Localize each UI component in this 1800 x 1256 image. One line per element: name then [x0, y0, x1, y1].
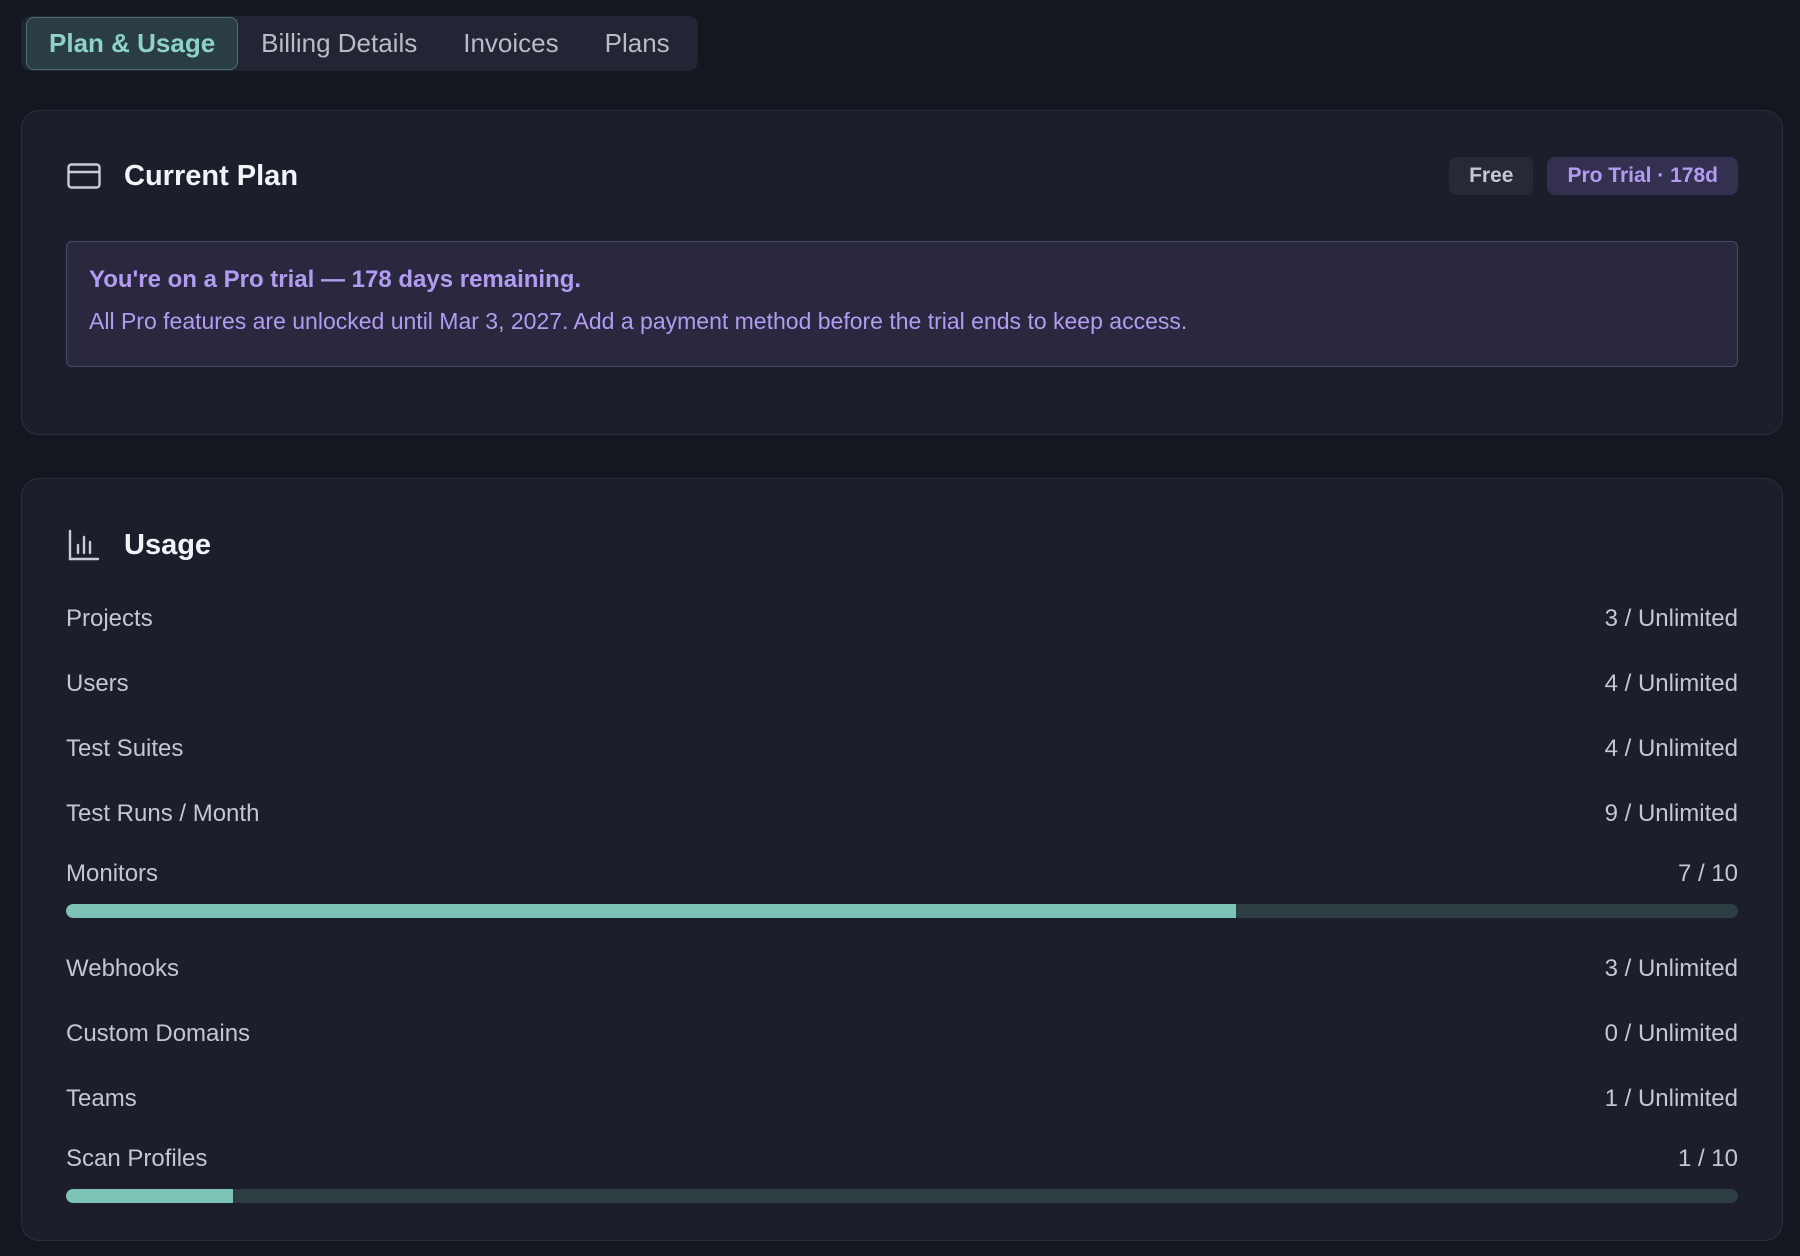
- trial-notice-body: All Pro features are unlocked until Mar …: [89, 308, 1188, 334]
- settings-tabs: Plan & Usage Billing Details Invoices Pl…: [21, 16, 698, 71]
- usage-label: Projects: [66, 604, 153, 632]
- usage-row-test-runs: Test Runs / Month 9 / Unlimited: [66, 781, 1738, 846]
- tab-plan-usage[interactable]: Plan & Usage: [26, 17, 239, 70]
- usage-value: 3 / Unlimited: [1604, 954, 1738, 982]
- usage-row-test-suites: Test Suites 4 / Unlimited: [66, 716, 1738, 781]
- usage-card: Usage Projects 3 / Unlimited Users 4 / U…: [21, 478, 1783, 1241]
- usage-row-custom-domains: Custom Domains 0 / Unlimited: [66, 1001, 1738, 1066]
- usage-label: Webhooks: [66, 954, 179, 982]
- usage-label: Test Suites: [66, 734, 184, 762]
- current-plan-header: Current Plan Free Pro Trial · 178d: [66, 111, 1738, 241]
- current-plan-title: Current Plan: [124, 159, 299, 192]
- usage-row-scan-profiles: Scan Profiles 1 / 10: [66, 1131, 1738, 1221]
- usage-title: Usage: [124, 528, 212, 561]
- monitors-progress-fill: [66, 904, 1237, 918]
- free-badge: Free: [1449, 157, 1534, 195]
- trial-notice-title: You're on a Pro trial — 178 days remaini…: [89, 266, 582, 293]
- current-plan-card: Current Plan Free Pro Trial · 178d You'r…: [21, 110, 1783, 435]
- tab-plans[interactable]: Plans: [582, 17, 693, 70]
- usage-row-users: Users 4 / Unlimited: [66, 651, 1738, 716]
- usage-value: 1 / Unlimited: [1604, 1084, 1738, 1112]
- usage-row-teams: Teams 1 / Unlimited: [66, 1066, 1738, 1131]
- usage-row-projects: Projects 3 / Unlimited: [66, 586, 1738, 651]
- usage-value: 4 / Unlimited: [1604, 669, 1738, 697]
- usage-label: Scan Profiles: [66, 1145, 208, 1172]
- usage-label: Monitors: [66, 860, 159, 887]
- scan-profiles-progress-fill: [66, 1189, 234, 1203]
- usage-row-webhooks: Webhooks 3 / Unlimited: [66, 936, 1738, 1001]
- plan-badges: Free Pro Trial · 178d: [1449, 157, 1738, 195]
- usage-value: 1 / 10: [1677, 1145, 1738, 1172]
- usage-label: Users: [66, 669, 129, 697]
- credit-card-icon: [66, 158, 102, 194]
- usage-value: 0 / Unlimited: [1604, 1019, 1738, 1047]
- trial-notice: You're on a Pro trial — 178 days remaini…: [66, 241, 1738, 367]
- usage-value: 9 / Unlimited: [1604, 799, 1738, 827]
- billing-page: Plan & Usage Billing Details Invoices Pl…: [0, 0, 1800, 1256]
- scan-profiles-progress-track: [66, 1189, 1738, 1203]
- usage-list: Projects 3 / Unlimited Users 4 / Unlimit…: [66, 586, 1738, 1221]
- pro-trial-badge: Pro Trial · 178d: [1547, 157, 1738, 195]
- bar-chart-icon: [66, 527, 102, 563]
- tab-invoices[interactable]: Invoices: [440, 17, 581, 70]
- usage-value: 4 / Unlimited: [1604, 734, 1738, 762]
- tab-billing-details[interactable]: Billing Details: [238, 17, 440, 70]
- usage-value: 3 / Unlimited: [1604, 604, 1738, 632]
- monitors-progress-track: [66, 904, 1738, 918]
- usage-label: Teams: [66, 1084, 137, 1112]
- usage-label: Test Runs / Month: [66, 799, 260, 827]
- usage-value: 7 / 10: [1677, 860, 1738, 887]
- usage-label: Custom Domains: [66, 1019, 251, 1047]
- usage-row-monitors: Monitors 7 / 10: [66, 846, 1738, 936]
